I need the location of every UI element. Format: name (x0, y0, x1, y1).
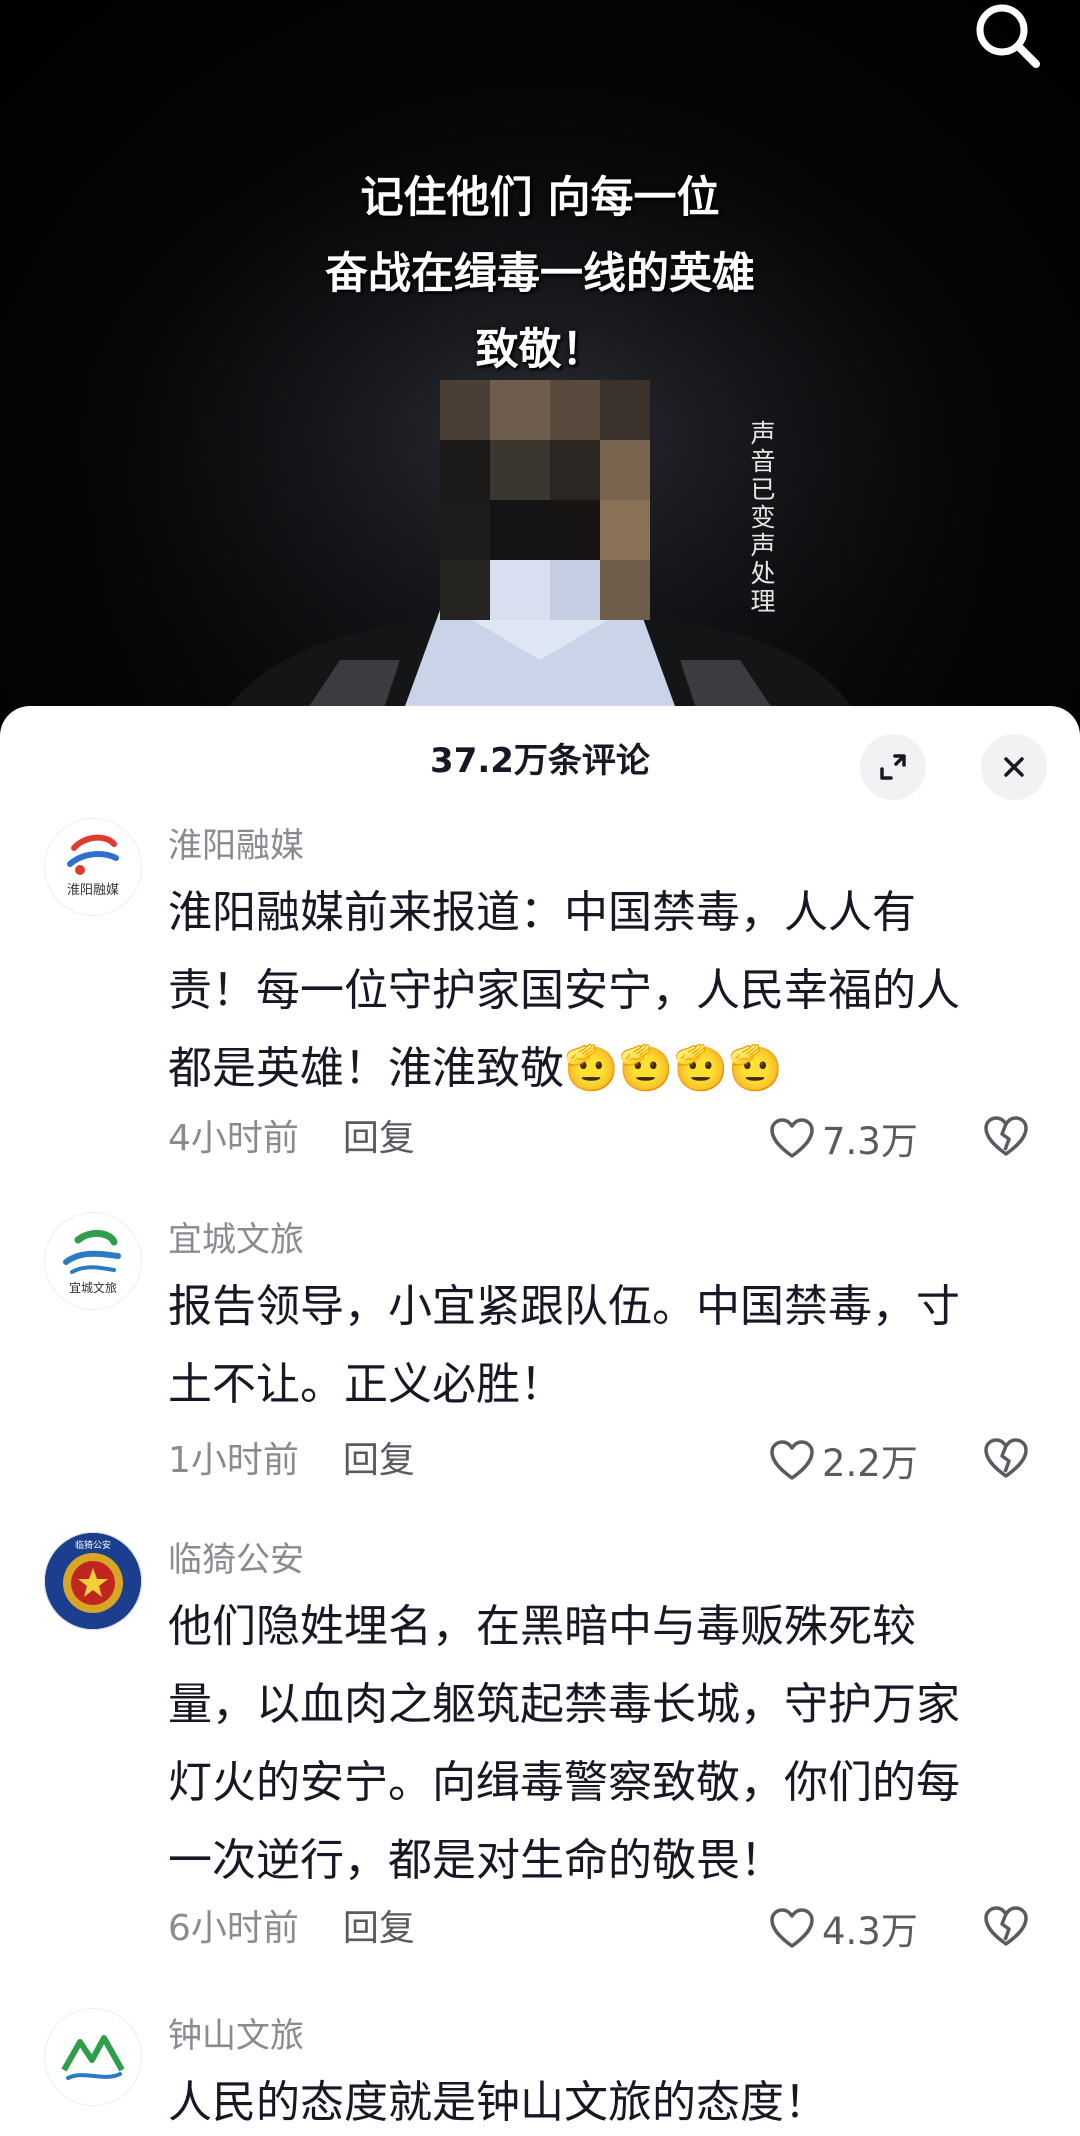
huaiyang-media-logo: 淮阳融媒 (45, 819, 141, 915)
comment-username[interactable]: 钟山文旅 (168, 2012, 304, 2060)
comment-line: 都是英雄！淮淮致敬🫡🫡🫡🫡 (168, 1043, 784, 1094)
heart-icon (770, 1440, 814, 1480)
caption-line: 致敬！ (475, 325, 605, 375)
voice-note-char: 已 (750, 475, 776, 504)
police-badge-logo: 临猗公安 (45, 1533, 141, 1629)
dislike-button[interactable] (982, 1436, 1030, 1486)
like-button[interactable]: 2.2万 (768, 1432, 928, 1488)
dislike-button[interactable] (982, 1114, 1030, 1164)
comment-line: 土不让。正义必胜！ (168, 1359, 564, 1410)
close-button[interactable] (981, 734, 1047, 800)
voice-note-char: 变 (750, 503, 776, 532)
comment-time: 1小时前 (168, 1440, 299, 1481)
voice-note-char: 声 (750, 531, 776, 560)
heart-icon (770, 1908, 814, 1948)
comment-username[interactable]: 临猗公安 (168, 1536, 304, 1584)
comment-line: 一次逆行，都是对生命的敬畏！ (168, 1835, 784, 1886)
comment-text: 淮阳融媒前来报道：中国禁毒，人人有 责！每一位守护家国安宁，人民幸福的人 都是英… (168, 874, 1028, 1108)
comment-time: 6小时前 (168, 1908, 299, 1949)
caption-line: 奋战在缉毒一线的英雄 (325, 249, 755, 299)
broken-heart-icon (984, 1438, 1028, 1478)
comment-line: 淮阳融媒前来报道：中国禁毒，人人有 (168, 887, 916, 938)
expand-icon (880, 754, 906, 780)
reply-button[interactable]: 回复 (343, 1440, 415, 1481)
search-button[interactable] (968, 2, 1048, 74)
close-icon (1004, 757, 1024, 777)
zhongshan-tourism-logo (45, 2009, 141, 2105)
broken-heart-icon (984, 1906, 1028, 1946)
like-count: 7.3万 (822, 1120, 918, 1163)
yicheng-tourism-logo: 宜城文旅 (45, 1213, 141, 1309)
avatar[interactable]: 临猗公安 (44, 1532, 142, 1630)
voice-note-char: 理 (750, 587, 776, 616)
comment-meta: 4小时前 回复 (168, 1114, 415, 1164)
comment-line: 责！每一位守护家国安宁，人民幸福的人 (168, 965, 960, 1016)
comments-sheet: 37.2万条评论 淮阳融媒 淮阳融媒 淮阳融媒前来报道：中国禁毒，人人有 责！每… (0, 706, 1080, 2136)
voice-note-char: 音 (750, 447, 776, 476)
expand-button[interactable] (860, 734, 926, 800)
svg-text:淮阳融媒: 淮阳融媒 (67, 883, 119, 898)
comment-text: 报告领导，小宜紧跟队伍。中国禁毒，寸 土不让。正义必胜！ (168, 1268, 1028, 1424)
like-button[interactable]: 7.3万 (768, 1110, 928, 1166)
like-count: 2.2万 (822, 1442, 918, 1485)
avatar[interactable]: 淮阳融媒 (44, 818, 142, 916)
reply-button[interactable]: 回复 (343, 1118, 415, 1159)
comment-line: 量，以血肉之躯筑起禁毒长城，守护万家 (168, 1679, 960, 1730)
comment-username[interactable]: 宜城文旅 (168, 1216, 304, 1264)
comment-line: 他们隐姓埋名，在黑暗中与毒贩殊死较 (168, 1601, 916, 1652)
svg-text:宜城文旅: 宜城文旅 (69, 1280, 117, 1295)
like-count: 4.3万 (822, 1910, 918, 1953)
comment-line: 报告领导，小宜紧跟队伍。中国禁毒，寸 (168, 1281, 960, 1332)
comment-time: 4小时前 (168, 1118, 299, 1159)
avatar[interactable] (44, 2008, 142, 2106)
comment-meta: 6小时前 回复 (168, 1904, 415, 1954)
comment-username[interactable]: 淮阳融媒 (168, 822, 304, 870)
broken-heart-icon (984, 1116, 1028, 1156)
comment-line: 灯火的安宁。向缉毒警察致敬，你们的每 (168, 1757, 960, 1808)
video-player[interactable]: 记住他们 向每一位 奋战在缉毒一线的英雄 致敬！ 声 音 已 变 声 处 理 (0, 0, 1080, 720)
avatar[interactable]: 宜城文旅 (44, 1212, 142, 1310)
video-caption: 记住他们 向每一位 奋战在缉毒一线的英雄 致敬！ (0, 160, 1080, 388)
comment-meta: 1小时前 回复 (168, 1436, 415, 1486)
comment-text: 人民的态度就是钟山文旅的态度！ (168, 2064, 1028, 2136)
search-icon (976, 4, 1040, 68)
heart-icon (770, 1118, 814, 1158)
like-button[interactable]: 4.3万 (768, 1900, 928, 1956)
comment-text: 他们隐姓埋名，在黑暗中与毒贩殊死较 量，以血肉之躯筑起禁毒长城，守护万家 灯火的… (168, 1588, 1028, 1900)
voice-note-char: 声 (750, 419, 776, 448)
caption-line: 记住他们 向每一位 (360, 173, 720, 223)
svg-text:临猗公安: 临猗公安 (75, 1539, 111, 1551)
comment-line: 人民的态度就是钟山文旅的态度！ (168, 2077, 828, 2128)
reply-button[interactable]: 回复 (343, 1908, 415, 1949)
dislike-button[interactable] (982, 1904, 1030, 1954)
voice-changed-notice: 声 音 已 变 声 处 理 (748, 420, 778, 616)
voice-note-char: 处 (750, 559, 776, 588)
